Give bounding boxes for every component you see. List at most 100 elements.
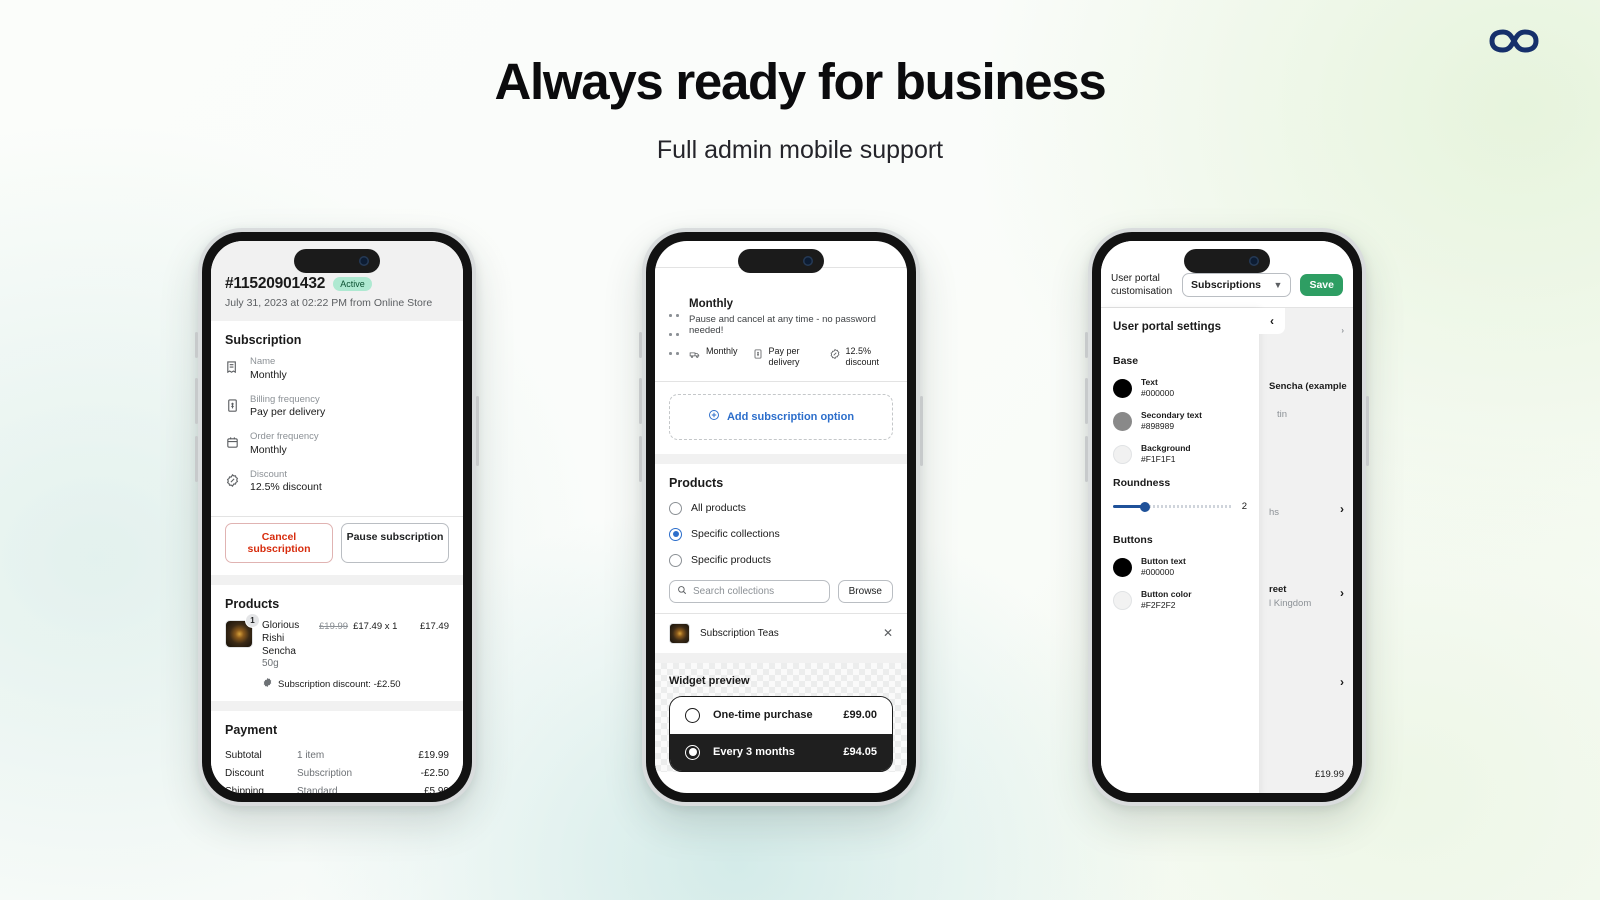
color-setting-background[interactable]: Background #F1F1F1 [1113,443,1247,465]
detail-label: Name [250,356,276,367]
detail-row-billing-frequency: Billing frequency Pay per delivery [225,394,449,421]
chevron-right-icon[interactable]: › [1340,586,1344,600]
cancel-subscription-button[interactable]: Cancel subscription [225,523,333,564]
phone2-screen: Monthly Pause and cancel at any time - n… [655,241,907,793]
add-subscription-option-label: Add subscription option [726,410,855,423]
dynamic-island [294,249,380,273]
plan-meta-text: Monthly [706,346,738,356]
discount-note-text: Subscription discount: -£2.50 [278,678,401,690]
dynamic-island [738,249,824,273]
plan-meta-discount: 12.5% discount [829,346,892,369]
pause-subscription-button[interactable]: Pause subscription [341,523,449,564]
section-gap [211,701,463,712]
drag-handle-icon[interactable] [669,314,679,369]
color-name: Background [1141,443,1191,454]
product-variant: 50g [262,658,279,670]
widget-option-label: Every 3 months [713,746,795,758]
subscription-widget: One-time purchase £99.00 Every 3 months … [669,695,893,772]
section-gap [211,575,463,586]
widget-option-price: £99.00 [843,709,877,721]
color-setting-button-text[interactable]: Button text #000000 [1113,556,1247,578]
preview-text: reet [1269,584,1287,595]
discount-icon [829,347,841,360]
chevron-right-icon[interactable]: › [1341,326,1344,335]
portal-body: User portal settings Base Text #000000 S… [1101,308,1353,793]
color-swatch[interactable] [1113,590,1132,610]
color-swatch[interactable] [1113,557,1132,577]
selling-plan-row[interactable]: Monthly Pause and cancel at any time - n… [655,268,907,381]
color-setting-text[interactable]: Text #000000 [1113,377,1247,399]
collection-search-row: Search collections Browse [669,579,893,603]
widget-option-one-time[interactable]: One-time purchase £99.00 [670,696,892,734]
chevron-right-icon[interactable]: › [1340,675,1344,689]
search-collections-input[interactable]: Search collections [669,579,830,603]
order-id: #11520901432 [225,275,326,292]
detail-value: Monthly [250,368,287,381]
products-section-title: Products [225,597,280,612]
radio-icon [669,501,682,515]
color-name: Text [1141,377,1158,387]
payment-row: Discount Subscription -£2.50 [225,764,449,782]
product-quantity-badge: 1 [245,613,260,629]
product-name: Glorious Rishi Sencha 50g [262,620,310,671]
detail-value: 12.5% discount [250,481,322,494]
back-button[interactable]: ‹ [1259,308,1285,334]
close-icon[interactable]: ✕ [883,627,893,639]
radio-option-specific-collections[interactable]: Specific collections [669,527,893,541]
roundness-slider[interactable] [1113,501,1233,512]
widget-option-every-3-months[interactable]: Every 3 months £94.05 [670,733,892,771]
payment-amount: £5.99 [423,785,449,793]
detail-value: Monthly [250,443,287,456]
slider-track [1145,505,1233,509]
color-swatch[interactable] [1113,378,1132,398]
phone-power-button [476,396,479,466]
preview-text: Sencha (example [1269,381,1347,392]
plan-meta-frequency: Monthly [689,346,738,369]
preview-text: £19.99 [1314,769,1344,780]
detail-label: Order frequency [250,431,319,443]
color-setting-secondary-text[interactable]: Secondary text #898989 [1113,410,1247,432]
phone1-screen: #11520901432 Active July 31, 2023 at 02:… [211,241,463,793]
phone-volume-down-button [195,436,198,482]
color-name: Button color [1141,589,1192,600]
phone-mute-switch [639,332,642,358]
color-setting-button-color[interactable]: Button color #F2F2F2 [1113,589,1247,611]
buttons-section-title: Buttons [1113,534,1153,547]
products-scope-card: Products All products Specific collectio… [655,463,907,613]
section-gap [655,652,907,663]
color-hex: #898989 [1141,421,1175,432]
bill-icon [225,398,240,413]
slider-handle[interactable] [1140,501,1151,512]
add-subscription-option-button[interactable]: Add subscription option [669,393,893,440]
phone-volume-down-button [639,436,642,482]
radio-option-specific-products[interactable]: Specific products [669,553,893,567]
panel-title: User portal settings [1113,321,1221,333]
browse-button[interactable]: Browse [837,579,893,603]
plan-meta-list: Monthly Pay per delivery 12.5% discount [689,346,893,369]
detail-row-order-frequency: Order frequency Monthly [225,431,449,458]
payment-row: Subtotal 1 item £19.99 [225,746,449,764]
section-gap [655,453,907,464]
color-swatch[interactable] [1113,444,1132,464]
plan-description: Pause and cancel at any time - no passwo… [689,314,876,336]
chevron-down-icon: ▼ [1273,280,1283,290]
product-thumbnail-wrap: 1 [225,613,260,649]
color-hex: #000000 [1141,567,1175,578]
collection-name: Subscription Teas [700,627,779,639]
radio-option-all-products[interactable]: All products [669,501,893,515]
payment-detail: Subscription [297,767,353,779]
select-value: Subscriptions [1191,279,1262,291]
portal-page-select[interactable]: Subscriptions ▼ [1182,273,1292,297]
payment-amount: £19.99 [418,749,449,761]
payment-label: Discount [225,767,264,779]
calendar-icon [225,435,240,450]
color-swatch[interactable] [1113,411,1132,431]
save-button[interactable]: Save [1300,274,1343,296]
plan-meta-billing: Pay per delivery [752,346,815,369]
bill-icon [752,347,764,359]
phone-power-button [920,396,923,466]
chevron-right-icon[interactable]: › [1340,502,1344,516]
product-title: Glorious Rishi Sencha [262,620,300,657]
product-line-item[interactable]: 1 Glorious Rishi Sencha 50g £19.99 £17.4… [225,613,449,671]
phone3-screen: User portal customisation Subscriptions … [1101,241,1353,793]
